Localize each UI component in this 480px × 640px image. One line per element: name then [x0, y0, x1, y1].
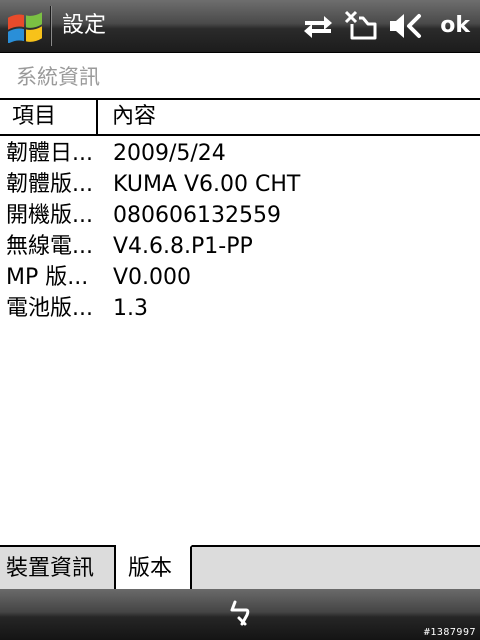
title-separator — [50, 6, 52, 46]
row-item: 開機版... — [6, 203, 93, 228]
ok-button[interactable]: ok — [440, 0, 470, 52]
table-row[interactable]: MP 版... V0.000 — [0, 262, 480, 293]
tab-bar-fill — [192, 547, 480, 589]
softkey-bar: #1387997 — [0, 589, 480, 640]
no-signal-phone-icon[interactable] — [344, 10, 378, 42]
table-row[interactable]: 韌體版... KUMA V6.00 CHT — [0, 169, 480, 200]
row-value: 1.3 — [113, 296, 148, 321]
table-row[interactable]: 開機版... 080606132559 — [0, 200, 480, 231]
tab-bar: 裝置資訊 版本 — [0, 545, 480, 589]
row-value: 2009/5/24 — [113, 141, 226, 166]
watermark-text: #1387997 — [423, 627, 476, 638]
row-item: 韌體版... — [6, 172, 93, 197]
screen: 設定 ok 系統資訊 項目 內容 韌體日... 2009/5/24 韌體版...… — [0, 0, 480, 640]
row-value: V0.000 — [113, 265, 192, 290]
system-info-list[interactable]: 項目 內容 韌體日... 2009/5/24 韌體版... KUMA V6.00… — [0, 98, 480, 546]
start-button[interactable] — [0, 0, 50, 52]
row-value: KUMA V6.00 CHT — [113, 172, 301, 197]
row-item: 電池版... — [6, 296, 93, 321]
table-row[interactable]: 電池版... 1.3 — [0, 293, 480, 324]
row-item: 韌體日... — [6, 141, 93, 166]
row-value: V4.6.8.P1-PP — [113, 234, 253, 259]
column-header-content[interactable]: 內容 — [100, 100, 480, 134]
input-panel-button[interactable] — [215, 593, 265, 633]
row-value: 080606132559 — [113, 203, 281, 228]
title-bar: 設定 ok — [0, 0, 480, 53]
sync-arrows-icon[interactable] — [302, 12, 334, 40]
status-icons — [302, 8, 422, 44]
list-rows: 韌體日... 2009/5/24 韌體版... KUMA V6.00 CHT 開… — [0, 138, 480, 324]
table-row[interactable]: 韌體日... 2009/5/24 — [0, 138, 480, 169]
row-item: 無線電... — [6, 234, 93, 259]
input-panel-icon — [230, 600, 250, 626]
list-header: 項目 內容 — [0, 98, 480, 136]
column-header-item[interactable]: 項目 — [0, 100, 98, 134]
tab-device-info[interactable]: 裝置資訊 — [0, 545, 116, 589]
row-item: MP 版... — [6, 265, 89, 290]
tab-version[interactable]: 版本 — [116, 545, 192, 589]
app-title: 設定 — [62, 13, 107, 38]
page-header: 系統資訊 — [0, 53, 480, 99]
windows-flag-icon — [8, 12, 42, 43]
page-title: 系統資訊 — [16, 65, 100, 89]
speaker-muted-icon[interactable] — [388, 11, 422, 41]
table-row[interactable]: 無線電... V4.6.8.P1-PP — [0, 231, 480, 262]
